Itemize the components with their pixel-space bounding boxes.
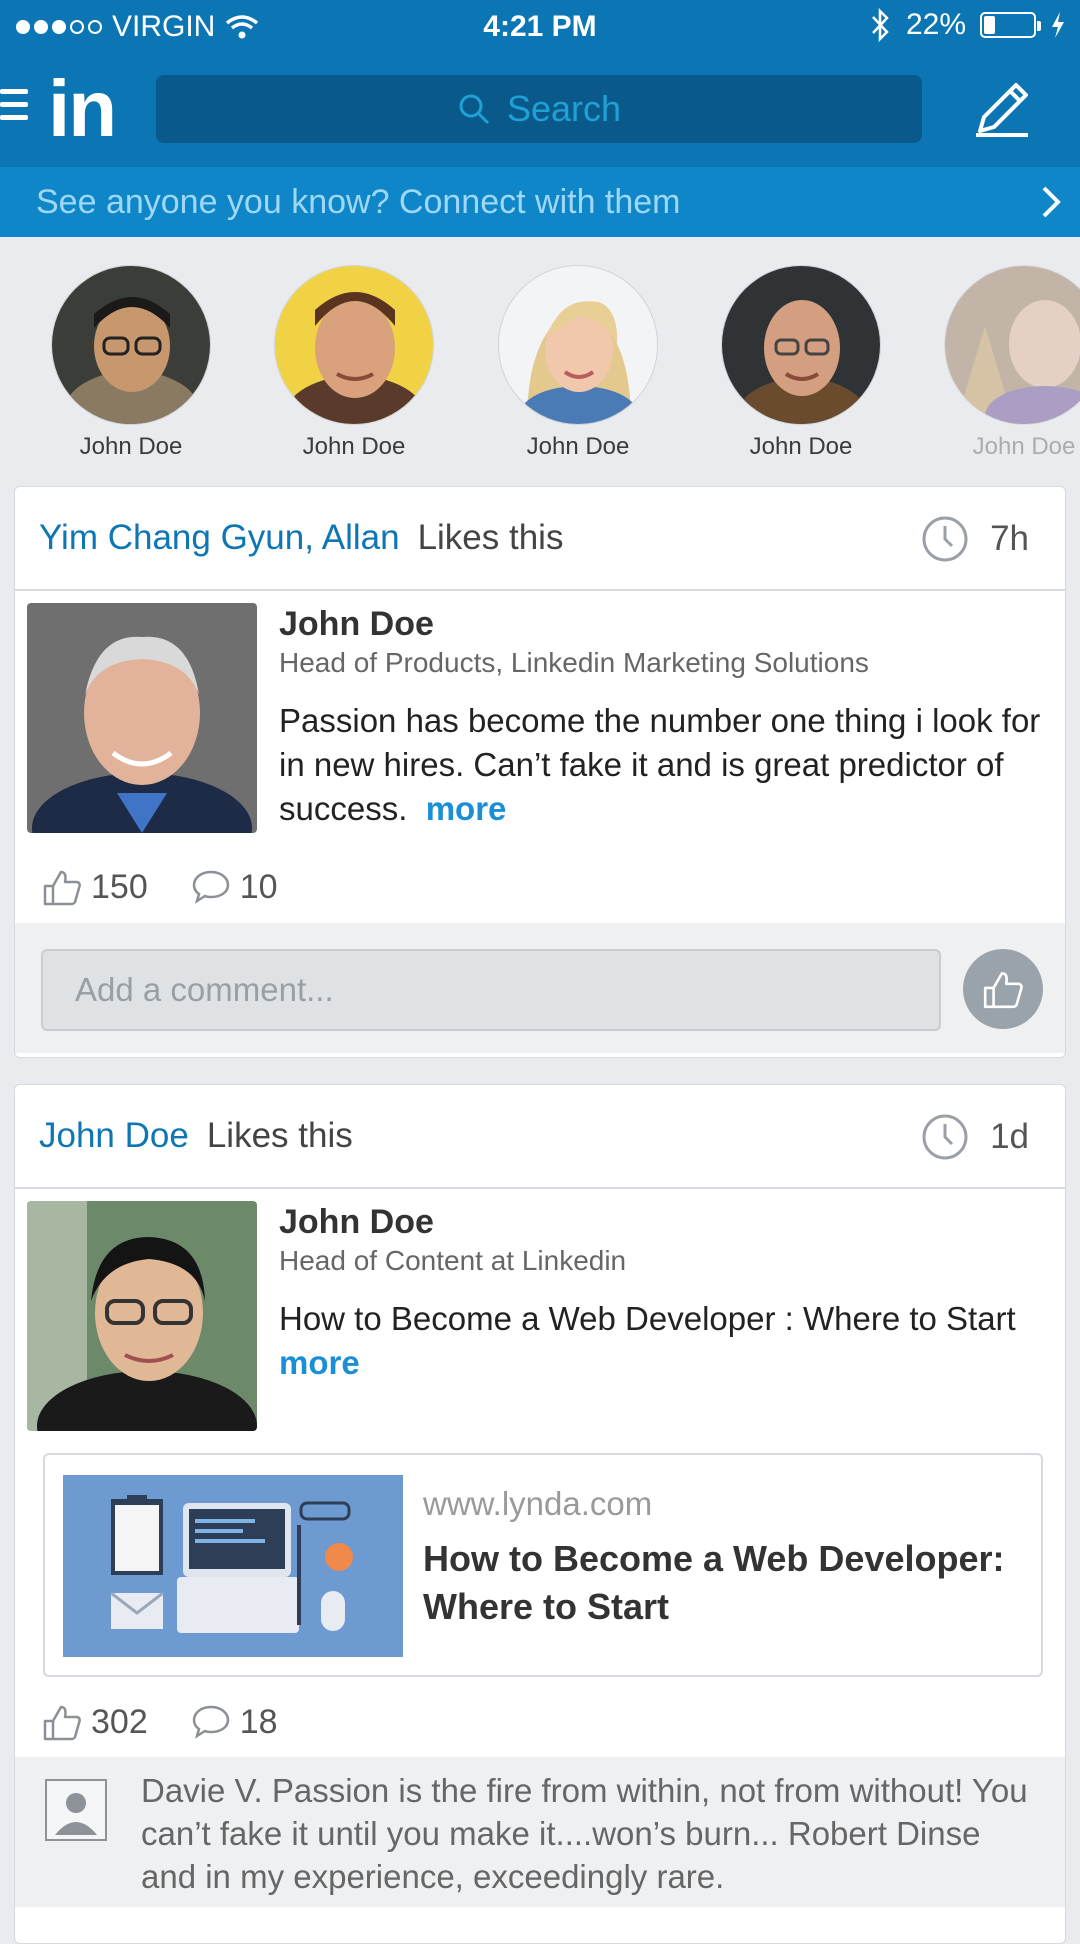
more-link[interactable]: more bbox=[279, 1344, 360, 1381]
people-carousel: John Doe John Doe John Doe John Doe John… bbox=[0, 265, 1080, 465]
battery-percent: 22% bbox=[905, 8, 966, 41]
avatar bbox=[721, 265, 881, 425]
link-title[interactable]: How to Become a Web Developer: Where to … bbox=[423, 1535, 1023, 1631]
avatar bbox=[274, 265, 434, 425]
comment-count: 18 bbox=[239, 1702, 278, 1741]
person-suggestion[interactable]: John Doe bbox=[498, 265, 658, 461]
post-text: How to Become a Web Developer : Where to… bbox=[279, 1297, 1059, 1385]
thumbs-up-icon bbox=[43, 870, 81, 906]
hamburger-icon[interactable] bbox=[0, 89, 28, 125]
like-button[interactable] bbox=[963, 949, 1043, 1029]
author-photo[interactable] bbox=[27, 1201, 257, 1431]
post-stats: 302 18 bbox=[15, 1687, 1065, 1757]
person-name: John Doe bbox=[526, 433, 630, 460]
post-body[interactable]: John Doe Head of Content at Linkedin How… bbox=[15, 1189, 1065, 1443]
person-name: John Doe bbox=[79, 433, 183, 460]
connect-banner[interactable]: See anyone you know? Connect with them bbox=[0, 167, 1080, 237]
person-suggestion[interactable]: John Doe bbox=[721, 265, 881, 461]
activity-label: Likes this bbox=[417, 518, 564, 557]
top-nav-bar: in Search bbox=[0, 55, 1080, 167]
link-url: www.lynda.com bbox=[423, 1485, 653, 1522]
like-count-button[interactable]: 150 bbox=[41, 866, 148, 908]
linkedin-logo[interactable]: in bbox=[48, 69, 117, 149]
link-preview-wrap: www.lynda.com How to Become a Web Develo… bbox=[15, 1443, 1065, 1687]
author-role: Head of Products, Linkedin Marketing Sol… bbox=[279, 647, 869, 678]
post-stats: 150 10 bbox=[15, 851, 1065, 923]
comment-count-button[interactable]: 10 bbox=[190, 866, 278, 908]
avatar bbox=[944, 265, 1080, 425]
link-thumbnail bbox=[63, 1475, 403, 1657]
link-preview-card[interactable]: www.lynda.com How to Become a Web Develo… bbox=[43, 1453, 1043, 1677]
search-placeholder: Search bbox=[506, 88, 622, 129]
person-name: John Doe bbox=[749, 433, 853, 460]
chevron-right-icon bbox=[1042, 186, 1061, 218]
comment-icon bbox=[192, 870, 229, 904]
thumbs-up-icon bbox=[983, 971, 1023, 1009]
avatar bbox=[51, 265, 211, 425]
time-ago: 7h bbox=[990, 519, 1029, 558]
more-link[interactable]: more bbox=[426, 790, 507, 827]
connect-banner-text: See anyone you know? Connect with them bbox=[36, 182, 681, 221]
post-text-body: How to Become a Web Developer : Where to… bbox=[279, 1300, 1016, 1337]
comment-preview-text: Davie V. Passion is the fire from within… bbox=[141, 1772, 1028, 1895]
author-role: Head of Content at Linkedin bbox=[279, 1245, 627, 1276]
like-count: 150 bbox=[91, 867, 148, 906]
avatar bbox=[498, 265, 658, 425]
post-body[interactable]: John Doe Head of Products, Linkedin Mark… bbox=[15, 591, 1065, 851]
user-placeholder-icon bbox=[45, 1779, 107, 1841]
author-name[interactable]: John Doe bbox=[279, 605, 434, 644]
thumbs-up-icon bbox=[43, 1705, 81, 1741]
feed-card: John Doe Likes this 1d John Doe Head of … bbox=[14, 1084, 1066, 1944]
clock-icon bbox=[922, 1114, 968, 1160]
comment-count: 10 bbox=[239, 867, 278, 906]
like-count: 302 bbox=[91, 1702, 148, 1741]
person-suggestion[interactable]: John Doe bbox=[51, 265, 211, 461]
pencil-icon[interactable] bbox=[970, 77, 1034, 141]
comment-icon bbox=[192, 1705, 229, 1739]
comment-count-button[interactable]: 18 bbox=[190, 1701, 278, 1743]
author-photo[interactable] bbox=[27, 603, 257, 833]
author-name[interactable]: John Doe bbox=[279, 1203, 434, 1242]
post-text-body: Passion has become the number one thing … bbox=[279, 702, 1041, 827]
status-bar: VIRGIN 4:21 PM 22% bbox=[0, 0, 1080, 55]
bluetooth-icon bbox=[872, 8, 889, 42]
card-header: Yim Chang Gyun, Allan Likes this 7h bbox=[15, 487, 1065, 591]
search-icon bbox=[459, 94, 490, 125]
card-header: John Doe Likes this 1d bbox=[15, 1085, 1065, 1189]
charging-icon bbox=[1052, 12, 1064, 38]
actor-link[interactable]: Yim Chang Gyun, Allan bbox=[39, 518, 400, 558]
actor-link[interactable]: John Doe bbox=[39, 1116, 189, 1156]
activity-label: Likes this bbox=[206, 1116, 353, 1155]
post-text: Passion has become the number one thing … bbox=[279, 699, 1059, 831]
comment-preview[interactable]: Davie V. Passion is the fire from within… bbox=[15, 1757, 1065, 1907]
like-count-button[interactable]: 302 bbox=[41, 1701, 148, 1743]
comment-input[interactable]: Add a comment... bbox=[41, 949, 941, 1031]
comment-composer: Add a comment... bbox=[15, 923, 1065, 1053]
battery-icon bbox=[980, 12, 1041, 38]
feed-card: Yim Chang Gyun, Allan Likes this 7h John… bbox=[14, 486, 1066, 1058]
person-suggestion[interactable]: John Doe bbox=[944, 265, 1080, 461]
person-name: John Doe bbox=[972, 433, 1076, 460]
time-ago: 1d bbox=[990, 1117, 1029, 1156]
person-name: John Doe bbox=[302, 433, 406, 460]
clock-icon bbox=[922, 516, 968, 562]
person-suggestion[interactable]: John Doe bbox=[274, 265, 434, 461]
search-input[interactable]: Search bbox=[156, 75, 922, 143]
